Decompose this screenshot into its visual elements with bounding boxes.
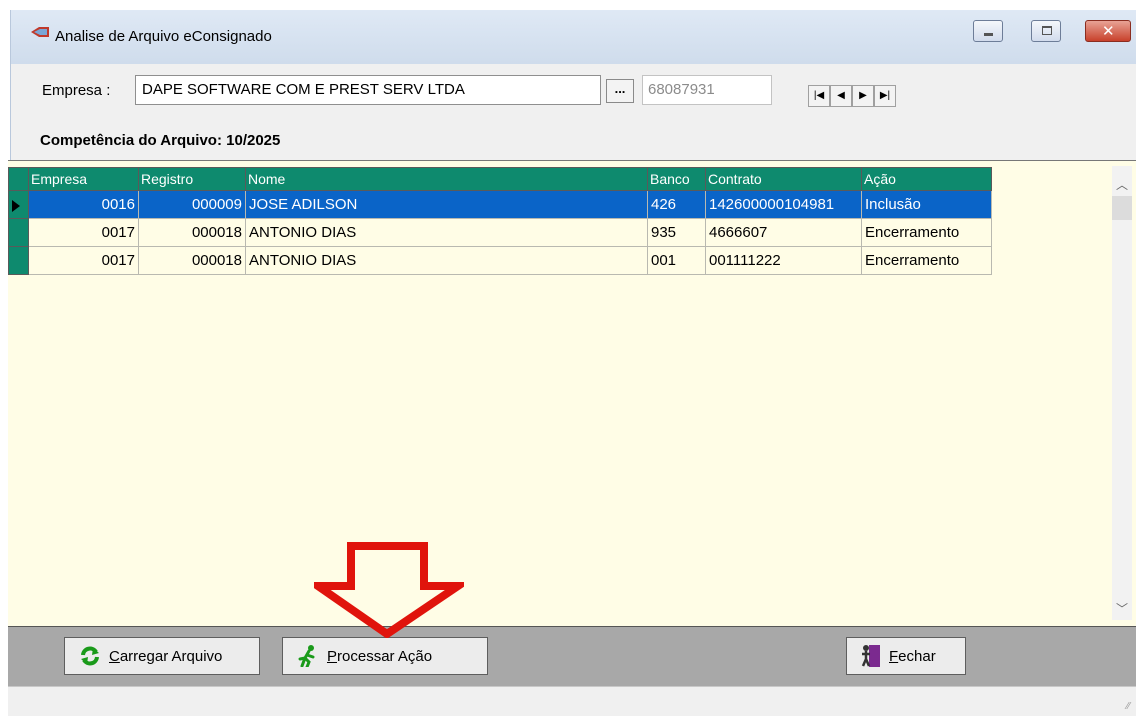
fechar-button[interactable]: Fechar bbox=[846, 637, 966, 675]
minimize-icon bbox=[984, 33, 993, 36]
cell-registro[interactable]: 000018 bbox=[138, 218, 246, 247]
col-header-registro[interactable]: Registro bbox=[138, 167, 246, 191]
cell-nome[interactable]: ANTONIO DIAS bbox=[245, 246, 648, 275]
empresa-code-field[interactable]: 68087931 bbox=[642, 75, 772, 105]
cell-nome[interactable]: ANTONIO DIAS bbox=[245, 218, 648, 247]
scroll-up-icon[interactable]: ︿ bbox=[1116, 176, 1128, 193]
nav-last-button[interactable]: ▶| bbox=[874, 85, 896, 107]
resize-grip-icon[interactable]: ⁄⁄ bbox=[1127, 701, 1130, 712]
competencia-text: Competência do Arquivo: bbox=[40, 132, 222, 149]
row-indicator[interactable] bbox=[8, 218, 29, 247]
close-icon: ✕ bbox=[1102, 23, 1115, 40]
processar-label: Processar Ação bbox=[327, 647, 433, 665]
col-header-acao[interactable]: Ação bbox=[861, 167, 992, 191]
col-header-contrato[interactable]: Contrato bbox=[705, 167, 862, 191]
last-icon: ▶| bbox=[879, 90, 891, 101]
maximize-button[interactable] bbox=[1031, 20, 1061, 42]
processar-acao-button[interactable]: Processar Ação bbox=[282, 637, 488, 675]
row-indicator[interactable] bbox=[8, 246, 29, 275]
next-icon: ▶ bbox=[859, 90, 867, 101]
cell-registro[interactable]: 000018 bbox=[138, 246, 246, 275]
row-indicator[interactable] bbox=[8, 190, 29, 219]
cell-banco[interactable]: 935 bbox=[647, 218, 706, 247]
title-bar[interactable]: Analise de Arquivo eConsignado ✕ bbox=[11, 10, 1136, 64]
fechar-label: Fechar bbox=[889, 647, 936, 665]
competencia-value: 10/2025 bbox=[226, 132, 281, 149]
grid-header: Empresa Registro Nome Banco Contrato Açã… bbox=[8, 167, 992, 191]
col-header-empresa[interactable]: Empresa bbox=[28, 167, 139, 191]
table-row[interactable]: 0016 000009 JOSE ADILSON 426 14260000010… bbox=[8, 190, 992, 219]
cell-banco[interactable]: 001 bbox=[647, 246, 706, 275]
empresa-field[interactable]: DAPE SOFTWARE COM E PREST SERV LTDA bbox=[135, 75, 601, 105]
button-panel: Carregar Arquivo Processar Ação Fechar bbox=[8, 626, 1136, 686]
window-title: Analise de Arquivo eConsignado bbox=[55, 28, 272, 45]
door-exit-icon bbox=[861, 645, 880, 667]
cell-contrato[interactable]: 4666607 bbox=[705, 218, 862, 247]
first-icon: |◀ bbox=[813, 90, 825, 101]
vertical-scrollbar[interactable]: ︿ ﹀ bbox=[1112, 166, 1132, 620]
nav-next-button[interactable]: ▶ bbox=[852, 85, 874, 107]
nav-prev-button[interactable]: ◀ bbox=[830, 85, 852, 107]
cell-nome[interactable]: JOSE ADILSON bbox=[245, 190, 648, 219]
cell-empresa[interactable]: 0017 bbox=[28, 218, 139, 247]
running-man-icon bbox=[298, 645, 315, 667]
cell-acao[interactable]: Encerramento bbox=[861, 218, 992, 247]
app-icon bbox=[31, 27, 49, 37]
competencia-label: Competência do Arquivo: 10/2025 bbox=[40, 132, 280, 149]
row-pointer-icon bbox=[12, 200, 20, 212]
nav-first-button[interactable]: |◀ bbox=[808, 85, 830, 107]
cell-contrato[interactable]: 001111222 bbox=[705, 246, 862, 275]
cell-banco[interactable]: 426 bbox=[647, 190, 706, 219]
status-bar: ⁄⁄ bbox=[8, 686, 1136, 716]
cell-acao[interactable]: Inclusão bbox=[861, 190, 992, 219]
scroll-thumb[interactable] bbox=[1112, 196, 1132, 220]
carregar-label: Carregar Arquivo bbox=[109, 647, 223, 665]
lookup-button[interactable]: ... bbox=[606, 79, 634, 103]
empresa-label: Empresa : bbox=[42, 82, 111, 99]
col-header-banco[interactable]: Banco bbox=[647, 167, 706, 191]
maximize-icon bbox=[1042, 26, 1052, 35]
minimize-button[interactable] bbox=[973, 20, 1003, 42]
cell-registro[interactable]: 000009 bbox=[138, 190, 246, 219]
red-arrow-annotation bbox=[314, 542, 464, 638]
close-button[interactable]: ✕ bbox=[1085, 20, 1131, 42]
cell-acao[interactable]: Encerramento bbox=[861, 246, 992, 275]
indicator-header bbox=[8, 167, 29, 191]
col-header-nome[interactable]: Nome bbox=[245, 167, 648, 191]
table-row[interactable]: 0017 000018 ANTONIO DIAS 935 4666607 Enc… bbox=[8, 218, 992, 247]
prev-icon: ◀ bbox=[837, 90, 845, 101]
refresh-icon bbox=[81, 646, 99, 666]
scroll-down-icon[interactable]: ﹀ bbox=[1116, 600, 1128, 617]
cell-empresa[interactable]: 0017 bbox=[28, 246, 139, 275]
table-row[interactable]: 0017 000018 ANTONIO DIAS 001 001111222 E… bbox=[8, 246, 992, 275]
grid-table: Empresa Registro Nome Banco Contrato Açã… bbox=[8, 167, 992, 275]
cell-contrato[interactable]: 142600000104981 bbox=[705, 190, 862, 219]
carregar-arquivo-button[interactable]: Carregar Arquivo bbox=[64, 637, 260, 675]
data-grid[interactable]: Empresa Registro Nome Banco Contrato Açã… bbox=[8, 160, 1136, 626]
cell-empresa[interactable]: 0016 bbox=[28, 190, 139, 219]
